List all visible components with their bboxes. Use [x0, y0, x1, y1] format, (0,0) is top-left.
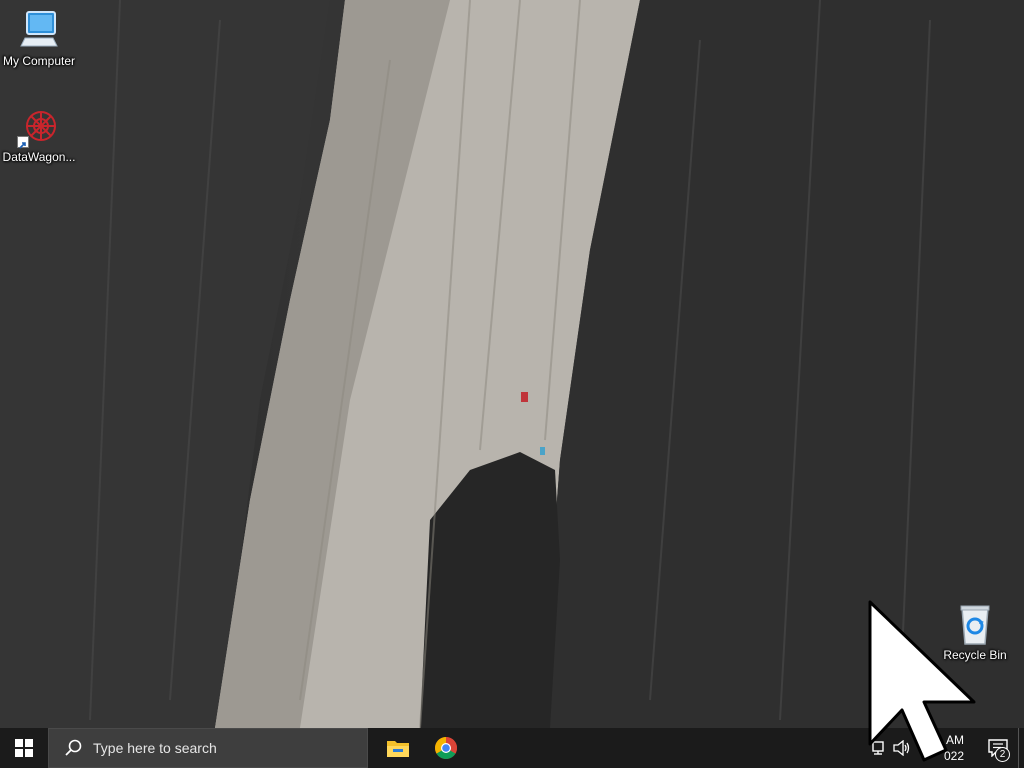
clock-date: 022	[943, 749, 964, 763]
volume-icon[interactable]	[890, 728, 914, 768]
taskbar-clock[interactable]: AM 022	[914, 728, 978, 768]
chrome-button[interactable]	[422, 728, 470, 768]
recycle-bin-icon	[953, 602, 997, 646]
network-icon[interactable]	[866, 728, 890, 768]
taskbar: Type here to search AM 022 2	[0, 728, 1024, 768]
taskbar-search-box[interactable]: Type here to search	[48, 728, 368, 768]
search-placeholder: Type here to search	[93, 740, 217, 756]
start-button[interactable]	[0, 728, 48, 768]
notification-count-badge: 2	[995, 747, 1010, 762]
my-computer-desktop-icon[interactable]: My Computer	[0, 8, 78, 68]
desktop-icon-label: My Computer	[2, 54, 76, 68]
computer-icon	[17, 8, 61, 52]
desktop-icon-label: Recycle Bin	[943, 648, 1007, 662]
shortcut-arrow-icon	[17, 136, 29, 149]
search-icon	[65, 739, 82, 756]
pinned-apps	[374, 728, 470, 768]
desktop-wallpaper	[0, 0, 1024, 728]
chrome-icon	[435, 737, 457, 759]
action-center-button[interactable]: 2	[978, 728, 1018, 768]
folder-icon	[387, 741, 409, 757]
desktop-icon-label: DataWagon...	[2, 150, 76, 164]
datawagon-desktop-icon[interactable]: DataWagon...	[0, 104, 78, 164]
clock-time: AM	[946, 733, 964, 747]
datawagon-app-icon	[17, 104, 61, 149]
show-desktop-button[interactable]	[1018, 728, 1024, 768]
windows-logo-icon	[15, 739, 33, 757]
rock-cliff-image	[0, 0, 1024, 728]
recycle-bin-desktop-icon[interactable]: Recycle Bin	[936, 602, 1014, 662]
file-explorer-button[interactable]	[374, 728, 422, 768]
system-tray: AM 022 2	[866, 728, 1024, 768]
